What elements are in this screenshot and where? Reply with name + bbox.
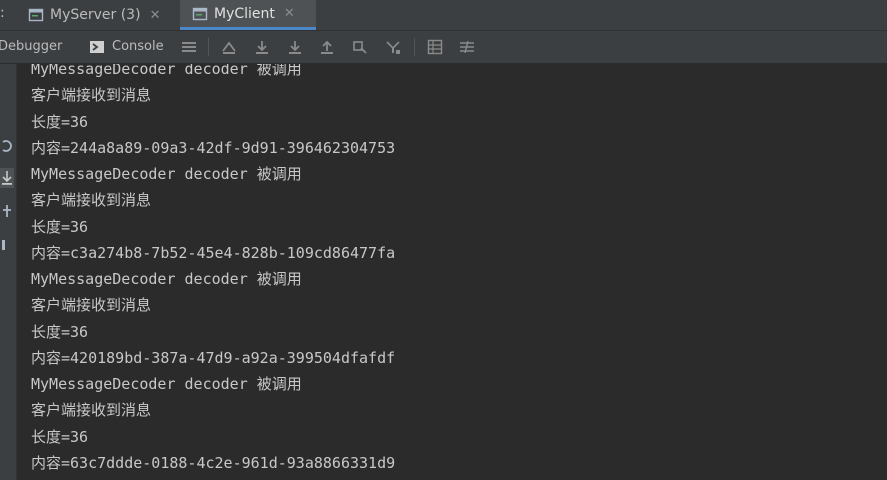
console-line: MyMessageDecoder decoder 被调用 [31, 165, 302, 183]
tab-myserver-label: MyServer (3) [50, 7, 141, 23]
console-line: 客户端接收到消息 [31, 191, 152, 210]
console-icon [90, 41, 104, 53]
rerun-icon[interactable] [0, 136, 14, 156]
trace-icon[interactable] [458, 38, 476, 56]
console-line: 内容=63c7ddde-0188-4c2e-961d-93a8866331d9 [31, 453, 396, 472]
debugger-tab[interactable]: Debugger [0, 39, 62, 54]
menu-icon[interactable] [180, 38, 198, 56]
debug-toolbar: Debugger Console [0, 31, 887, 64]
close-icon[interactable]: ✕ [284, 6, 295, 21]
tab-myclient-label: MyClient [214, 5, 275, 22]
tab-myclient[interactable]: MyClient ✕ [180, 0, 316, 30]
tab-prefix: : [0, 5, 5, 21]
console-lines: MyMessageDecoder decoder 被调用 客户端接收到消息 长度=3… [31, 64, 395, 480]
console-line: 长度=36 [31, 322, 89, 341]
step-over-icon[interactable] [253, 38, 271, 56]
console-line: 内容=420189bd-387a-47d9-a92a-399504dfafdf [31, 348, 396, 367]
run-to-cursor-icon[interactable] [351, 38, 369, 56]
pin-icon[interactable] [0, 202, 14, 222]
toolbar-separator [208, 38, 209, 56]
scroll-to-end-icon[interactable] [0, 168, 14, 188]
console-line: MyMessageDecoder decoder 被调用 [31, 476, 395, 480]
console-line: 客户端接收到消息 [31, 401, 152, 420]
show-execution-point-icon[interactable] [220, 38, 238, 56]
console-line: 客户端接收到消息 [31, 86, 152, 105]
step-out-icon[interactable] [318, 38, 336, 56]
left-gutter [0, 64, 17, 480]
run-window-icon [192, 7, 208, 20]
force-step-icon[interactable] [384, 38, 402, 56]
console-line: 长度=36 [31, 217, 89, 236]
step-into-icon[interactable] [286, 38, 304, 56]
evaluate-table-icon[interactable] [426, 38, 444, 56]
console-tab[interactable]: Console [112, 39, 164, 54]
close-icon[interactable]: ✕ [150, 8, 161, 23]
console-line: 客户端接收到消息 [31, 296, 152, 315]
console-line: MyMessageDecoder decoder 被调用 [31, 270, 302, 288]
console-line: 内容=c3a274b8-7b52-45e4-828b-109cd86477fa [31, 243, 396, 262]
tab-bar: : MyServer (3) ✕ MyClient ✕ [0, 0, 887, 31]
console-line: 长度=36 [31, 427, 89, 446]
console-line: 长度=36 [31, 112, 89, 131]
print-icon[interactable] [0, 234, 14, 254]
toolbar-separator [414, 38, 415, 56]
console-line: MyMessageDecoder decoder 被调用 [31, 375, 302, 393]
console-line: 内容=244a8a89-09a3-42df-9d91-396462304753 [31, 138, 396, 157]
run-window-icon [28, 8, 44, 22]
console-line: MyMessageDecoder decoder 被调用 [31, 64, 302, 78]
tab-myserver[interactable]: MyServer (3) ✕ [22, 0, 178, 30]
console-output[interactable]: MyMessageDecoder decoder 被调用 客户端接收到消息 长度=3… [17, 64, 887, 480]
